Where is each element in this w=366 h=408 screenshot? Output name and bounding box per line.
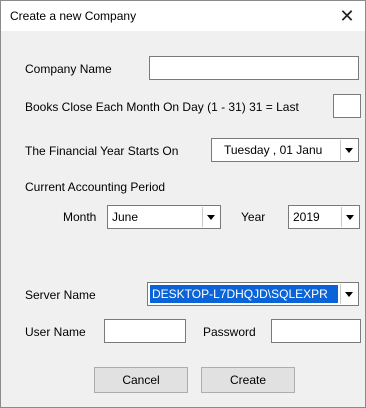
company-name-label: Company Name <box>25 62 112 76</box>
user-name-input[interactable] <box>104 319 186 343</box>
create-button[interactable]: Create <box>201 367 295 393</box>
financial-year-label: The Financial Year Starts On <box>25 144 179 158</box>
server-name-select[interactable]: DESKTOP-L7DHQJD\SQLEXPR <box>147 282 359 306</box>
books-close-day-input[interactable] <box>333 94 361 118</box>
month-label: Month <box>63 210 97 224</box>
close-button[interactable]: ✕ <box>329 1 365 31</box>
cancel-button-label: Cancel <box>122 373 160 387</box>
books-close-label: Books Close Each Month On Day (1 - 31) 3… <box>25 100 299 114</box>
create-company-dialog: Create a new Company ✕ Company Name Book… <box>0 0 366 408</box>
server-name-label: Server Name <box>25 288 96 302</box>
year-label: Year <box>241 210 266 224</box>
server-name-value: DESKTOP-L7DHQJD\SQLEXPR <box>150 285 338 303</box>
chevron-down-icon[interactable] <box>340 284 357 304</box>
create-button-label: Create <box>229 373 267 387</box>
year-select[interactable]: 2019 <box>288 205 360 229</box>
financial-year-start-picker[interactable]: Tuesday , 01 Janu <box>211 138 359 162</box>
user-name-label: User Name <box>25 325 86 339</box>
password-input[interactable] <box>271 319 361 343</box>
title-bar[interactable]: Create a new Company ✕ <box>1 1 365 31</box>
cancel-button[interactable]: Cancel <box>94 367 188 393</box>
chevron-down-icon[interactable] <box>340 140 357 160</box>
close-icon: ✕ <box>339 5 355 26</box>
window-title: Create a new Company <box>10 9 137 23</box>
month-select[interactable]: June <box>107 205 221 229</box>
chevron-down-icon[interactable] <box>202 207 219 227</box>
year-value: 2019 <box>293 210 320 224</box>
month-value: June <box>112 210 139 224</box>
company-name-input[interactable] <box>149 56 359 80</box>
password-label: Password <box>203 325 256 339</box>
chevron-down-icon[interactable] <box>341 207 358 227</box>
financial-year-start-value: Tuesday , 01 Janu <box>224 143 323 157</box>
current-period-label: Current Accounting Period <box>25 180 166 194</box>
